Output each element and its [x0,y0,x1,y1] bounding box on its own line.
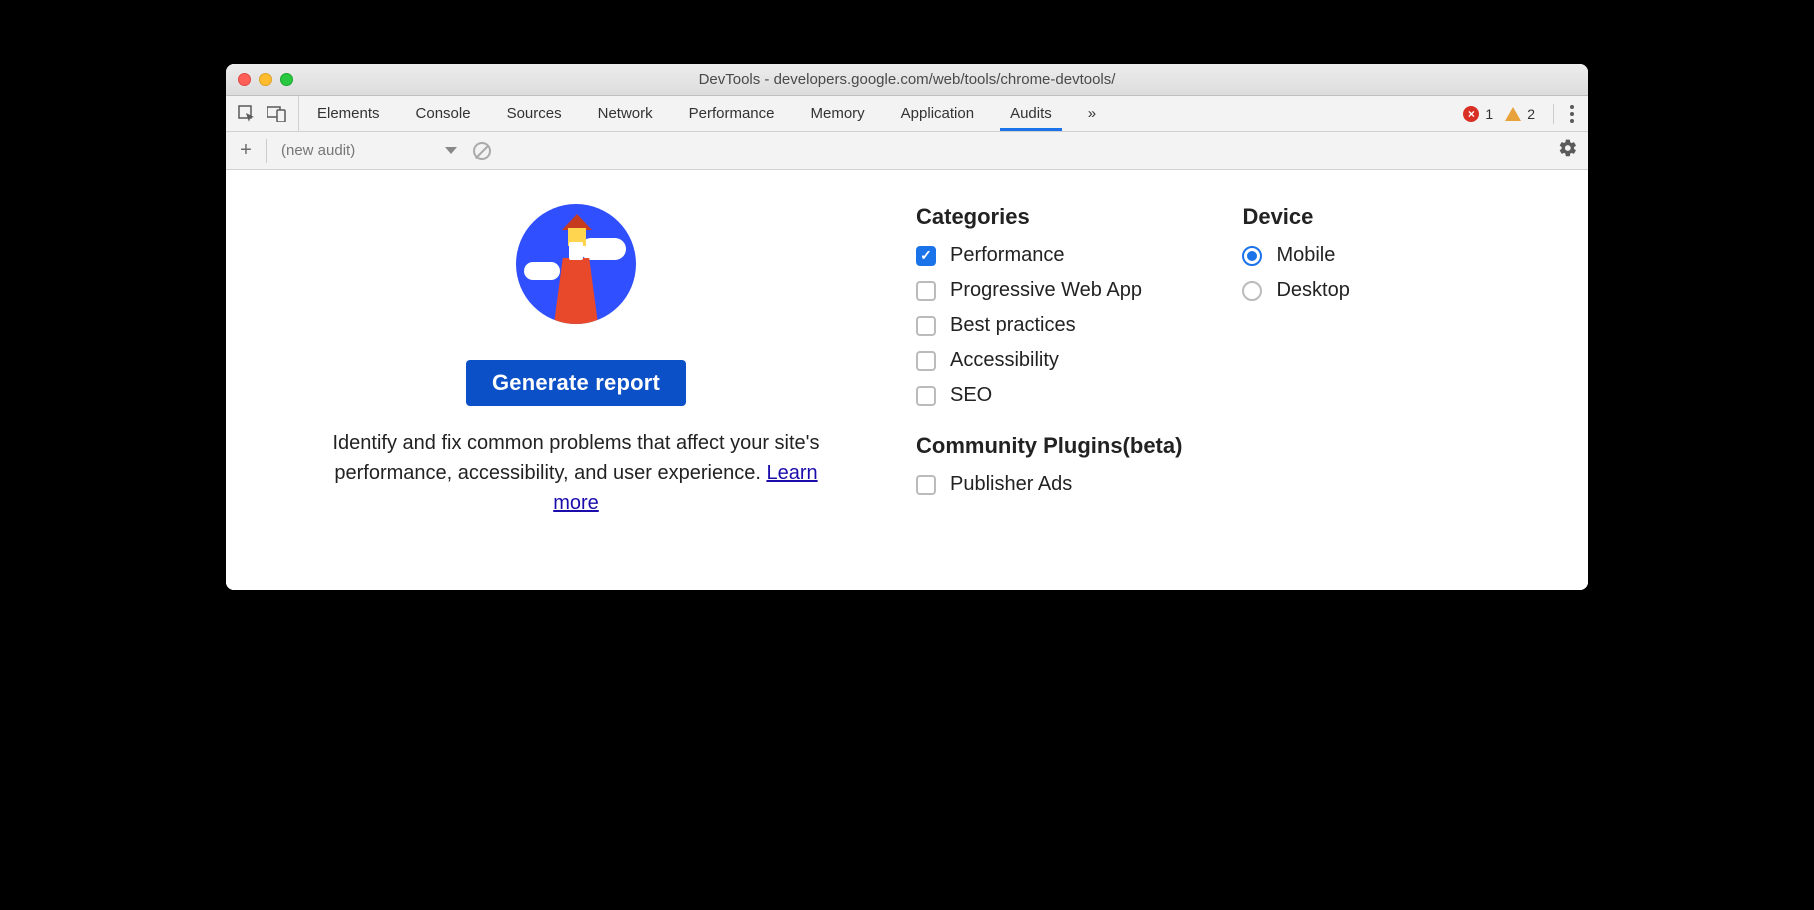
divider [1553,104,1554,124]
settings-gear-icon[interactable] [1558,138,1578,163]
tab-console[interactable]: Console [398,96,489,131]
window-title: DevTools - developers.google.com/web/too… [226,71,1588,88]
new-audit-button[interactable]: + [236,139,256,162]
category-pwa[interactable]: Progressive Web App [916,279,1182,302]
error-badge-icon[interactable] [1463,106,1479,122]
option-label: Accessibility [950,349,1059,372]
category-best-practices[interactable]: Best practices [916,314,1182,337]
radio-icon [1242,246,1262,266]
audits-toolbar: + (new audit) [226,132,1588,170]
close-window-button[interactable] [238,73,251,86]
tab-memory[interactable]: Memory [793,96,883,131]
checkbox-icon [916,475,936,495]
categories-heading: Categories [916,204,1182,230]
tabs-overflow-button[interactable]: » [1070,96,1114,131]
device-mobile[interactable]: Mobile [1242,244,1349,267]
device-group: Device Mobile Desktop [1242,204,1349,520]
tab-audits[interactable]: Audits [992,96,1070,131]
category-seo[interactable]: SEO [916,384,1182,407]
option-label: Progressive Web App [950,279,1142,302]
panel-tabs: Elements Console Sources Network Perform… [299,96,1114,131]
device-heading: Device [1242,204,1349,230]
audit-selector-label: (new audit) [281,142,355,159]
radio-icon [1242,281,1262,301]
warning-badge-icon[interactable] [1505,107,1521,121]
tab-performance[interactable]: Performance [671,96,793,131]
option-label: Desktop [1276,279,1349,302]
category-accessibility[interactable]: Accessibility [916,349,1182,372]
checkbox-icon [916,351,936,371]
tab-elements[interactable]: Elements [299,96,398,131]
plugin-publisher-ads[interactable]: Publisher Ads [916,473,1182,496]
generate-report-button[interactable]: Generate report [466,360,686,406]
checkbox-icon [916,316,936,336]
minimize-window-button[interactable] [259,73,272,86]
plugins-heading: Community Plugins(beta) [916,433,1182,459]
maximize-window-button[interactable] [280,73,293,86]
tab-application[interactable]: Application [883,96,992,131]
devtools-window: DevTools - developers.google.com/web/too… [226,64,1588,590]
checkbox-icon [916,246,936,266]
categories-column: Categories Performance Progressive Web A… [916,204,1182,520]
audit-selector-dropdown[interactable]: (new audit) [266,139,457,163]
warning-count: 2 [1527,106,1535,122]
device-desktop[interactable]: Desktop [1242,279,1349,302]
tab-sources[interactable]: Sources [489,96,580,131]
inspect-tools [226,96,299,131]
category-performance[interactable]: Performance [916,244,1182,267]
tab-network[interactable]: Network [580,96,671,131]
option-label: Mobile [1276,244,1335,267]
devtools-tabstrip: Elements Console Sources Network Perform… [226,96,1588,132]
description-text: Identify and fix common problems that af… [332,432,819,484]
inspect-element-icon[interactable] [236,103,258,125]
more-options-button[interactable] [1566,101,1578,127]
option-label: Performance [950,244,1065,267]
option-label: Publisher Ads [950,473,1072,496]
titlebar: DevTools - developers.google.com/web/too… [226,64,1588,96]
lighthouse-logo [516,204,636,324]
tabstrip-right: 1 2 [1463,101,1588,127]
chevron-down-icon [445,147,457,154]
categories-group: Categories Performance Progressive Web A… [916,204,1182,407]
error-count: 1 [1485,106,1493,122]
audits-intro: Generate report Identify and fix common … [266,200,886,520]
option-label: SEO [950,384,992,407]
audits-panel: Generate report Identify and fix common … [226,170,1588,590]
audits-description: Identify and fix common problems that af… [311,428,841,518]
checkbox-icon [916,281,936,301]
audits-options: Categories Performance Progressive Web A… [916,200,1548,520]
toggle-device-toolbar-icon[interactable] [266,103,288,125]
clear-button[interactable] [473,142,491,160]
checkbox-icon [916,386,936,406]
traffic-lights [238,73,293,86]
option-label: Best practices [950,314,1076,337]
plugins-group: Community Plugins(beta) Publisher Ads [916,433,1182,496]
